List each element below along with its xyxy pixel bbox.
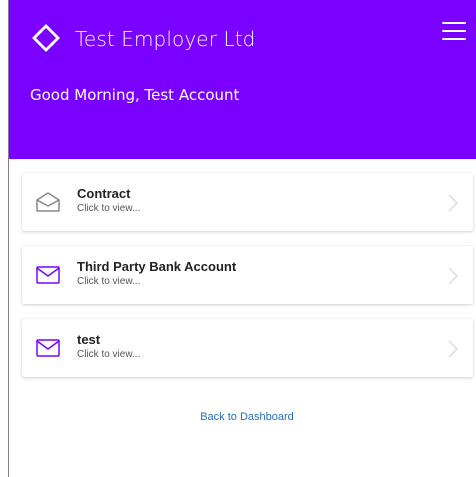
chevron-right-icon: [448, 340, 459, 358]
back-to-dashboard-link[interactable]: Back to Dashboard: [0, 411, 476, 423]
envelope-icon: [36, 339, 60, 357]
back-to-dashboard-label: Back to Dashboard: [200, 411, 294, 423]
app-header: Test Employer Ltd Good Morning, Test Acc…: [9, 0, 476, 159]
app-title: Test Employer Ltd: [75, 27, 256, 51]
document-card-test[interactable]: test Click to view...: [22, 319, 473, 377]
logo-icon: [32, 24, 60, 52]
document-card-contract[interactable]: Contract Click to view...: [22, 173, 473, 231]
chevron-right-icon: [448, 267, 459, 285]
document-title: Contract: [77, 186, 131, 201]
document-card-third-party-bank-account[interactable]: Third Party Bank Account Click to view..…: [22, 246, 473, 304]
hamburger-menu-icon[interactable]: [442, 22, 466, 42]
document-list: Contract Click to view... Third Party Ba…: [22, 173, 473, 392]
chevron-right-icon: [448, 194, 459, 212]
envelope-icon: [36, 266, 60, 284]
document-title: Third Party Bank Account: [77, 259, 237, 274]
document-subtitle: Click to view...: [77, 203, 141, 214]
document-subtitle: Click to view...: [77, 276, 141, 287]
greeting-text: Good Morning, Test Account: [30, 86, 240, 104]
envelope-open-icon: [36, 192, 60, 212]
document-title: test: [77, 332, 101, 347]
document-subtitle: Click to view...: [77, 349, 141, 360]
